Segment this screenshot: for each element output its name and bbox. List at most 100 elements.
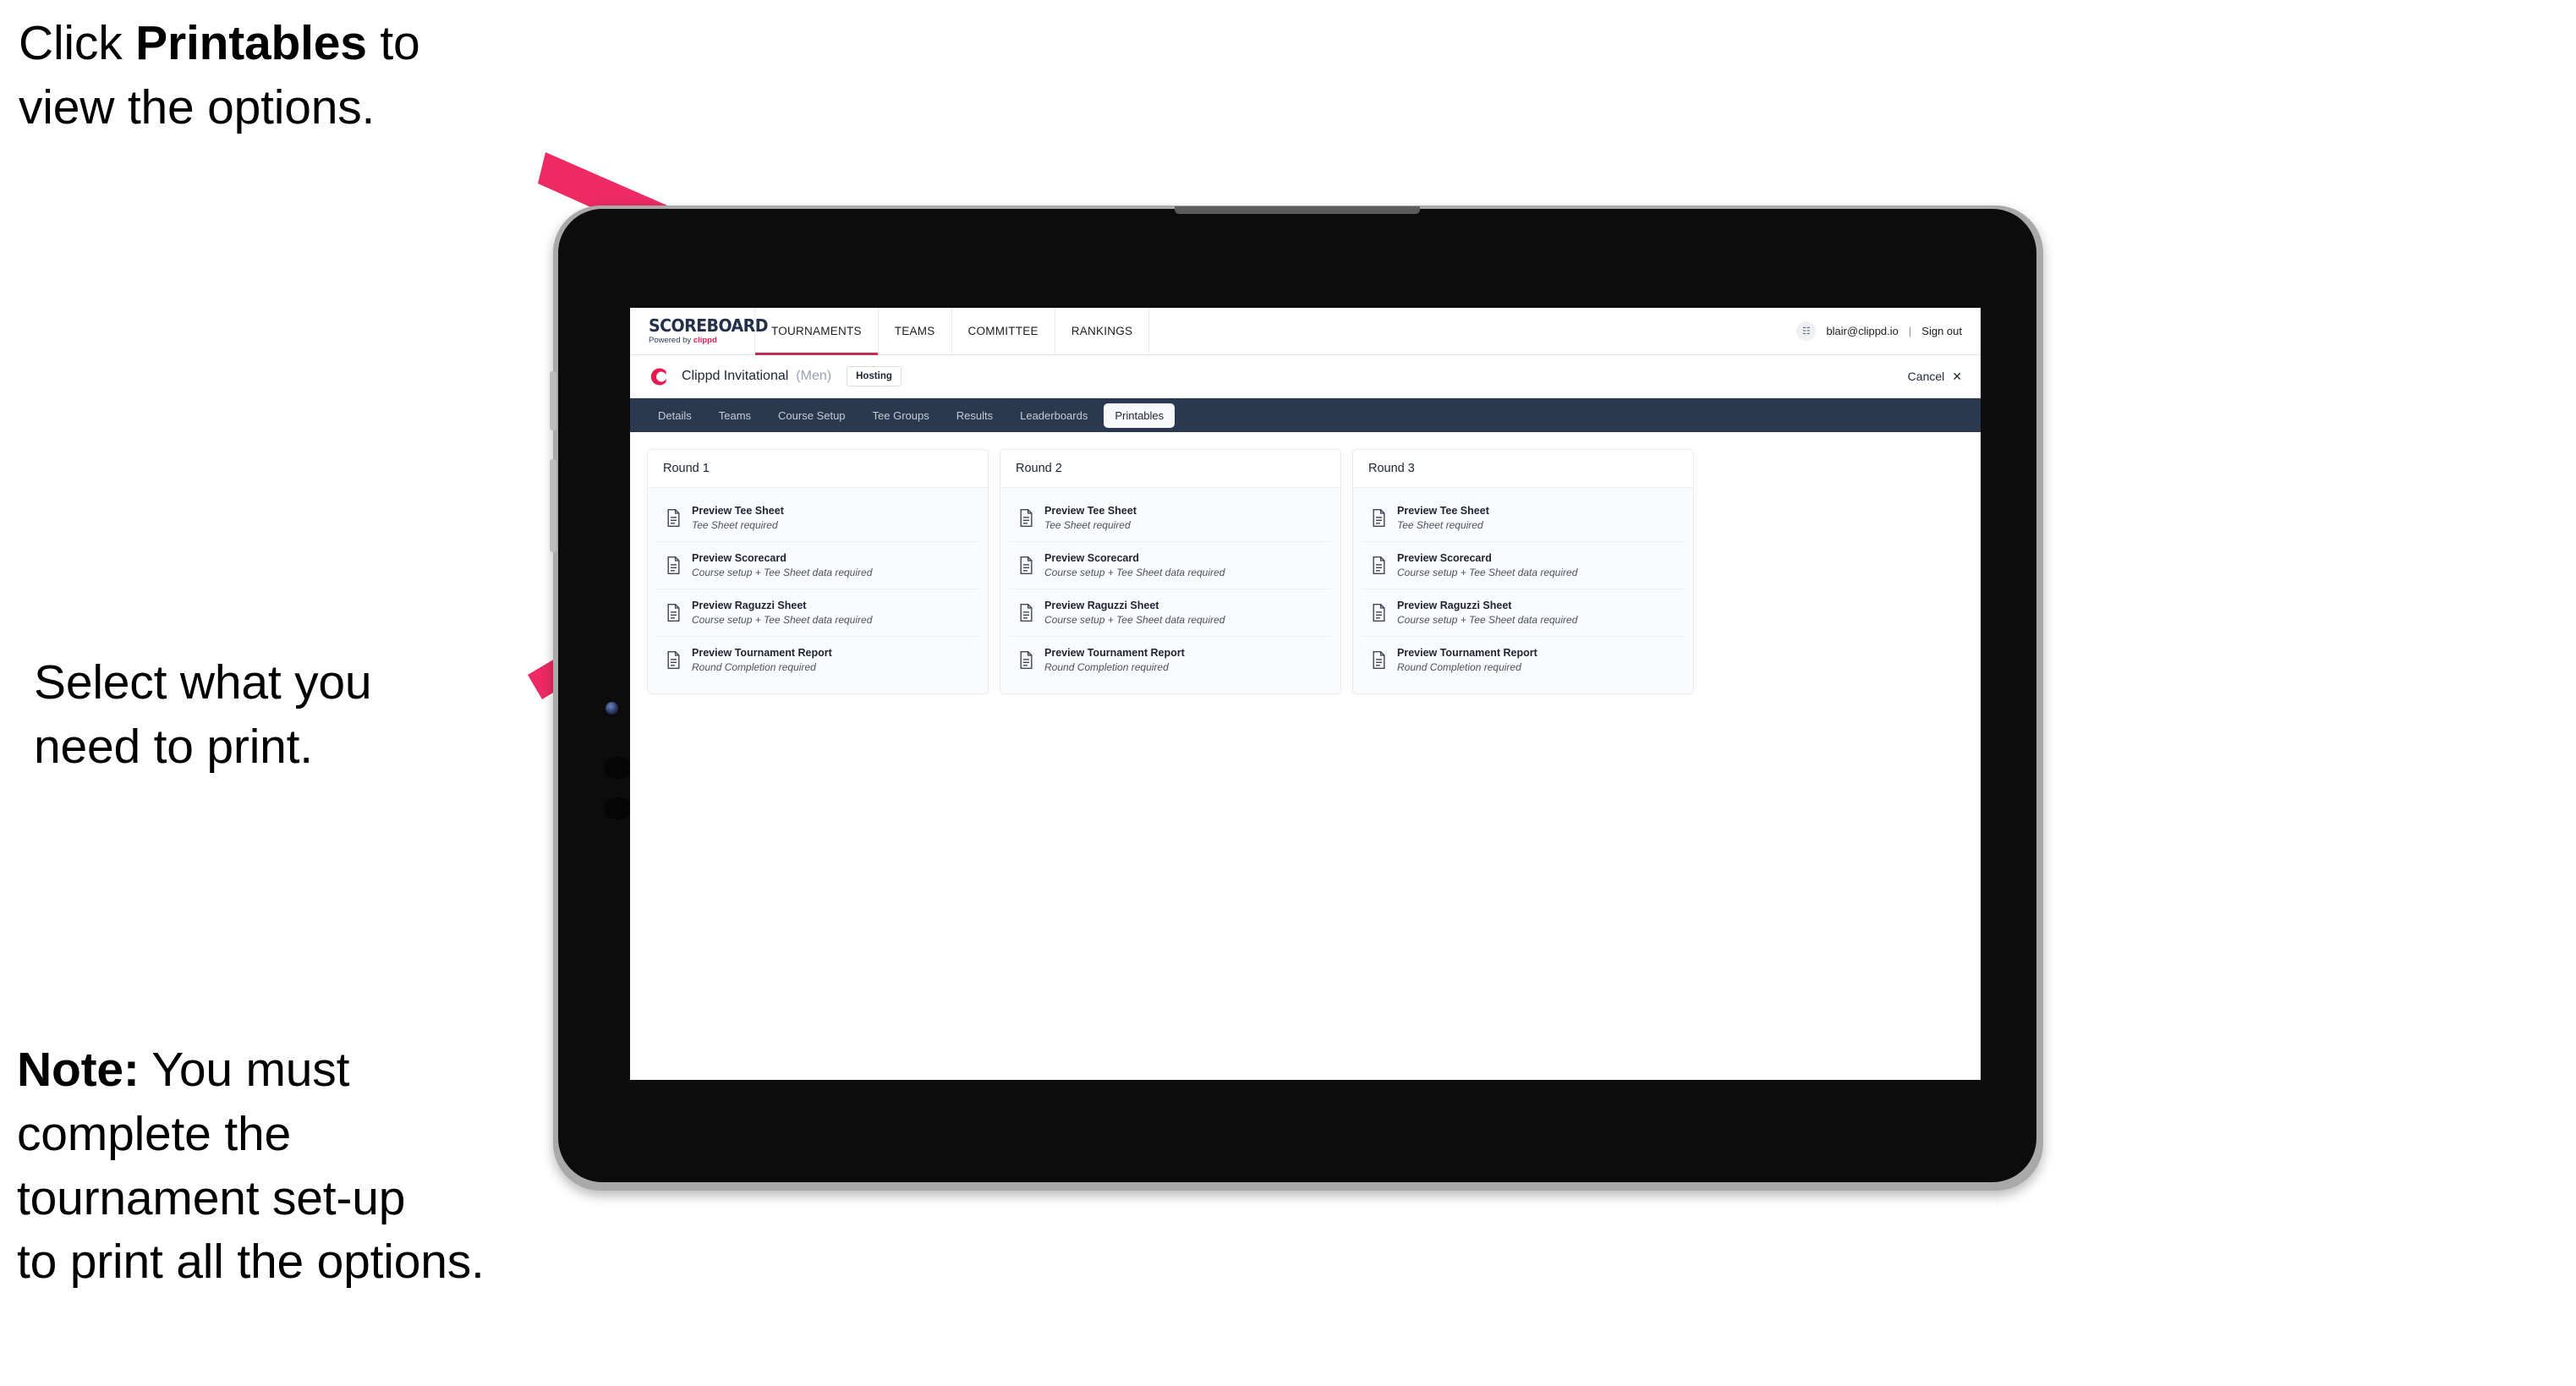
tab-details[interactable]: Details <box>647 403 703 428</box>
list-item[interactable]: Preview Tournament Report Round Completi… <box>1362 637 1685 683</box>
list-item[interactable]: Preview Raguzzi Sheet Course setup + Tee… <box>1009 589 1332 638</box>
list-item-title: Preview Tee Sheet <box>1044 505 1137 517</box>
nav-teams[interactable]: TEAMS <box>879 308 952 354</box>
tablet-speaker-grill <box>1175 206 1420 214</box>
clippd-c-icon <box>650 368 666 385</box>
list-item-subtitle: Course setup + Tee Sheet data required <box>1044 566 1225 578</box>
round-card: Round 2 Preview Tee Sheet Tee Sheet requ… <box>1000 449 1341 695</box>
list-item-subtitle: Round Completion required <box>1397 661 1521 674</box>
document-icon <box>667 604 680 622</box>
tournament-tab-bar: Details Teams Course Setup Tee Groups Re… <box>630 398 1981 432</box>
round-title: Round 3 <box>1353 450 1693 488</box>
document-icon <box>1020 604 1033 622</box>
round-title: Round 2 <box>1000 450 1340 488</box>
document-icon <box>1020 556 1033 575</box>
document-icon <box>1373 651 1385 670</box>
sign-out-link[interactable]: Sign out <box>1921 325 1962 337</box>
tab-leaderboards[interactable]: Leaderboards <box>1009 403 1099 428</box>
list-item[interactable]: Preview Scorecard Course setup + Tee She… <box>1009 542 1332 590</box>
document-icon <box>1373 556 1385 575</box>
round-title: Round 1 <box>648 450 988 488</box>
brand-clippd: clippd <box>693 336 717 346</box>
annotation-step-2: Select what you need to print. <box>34 655 372 774</box>
list-item[interactable]: Preview Scorecard Course setup + Tee She… <box>656 542 979 590</box>
nav-rankings[interactable]: RANKINGS <box>1055 308 1150 354</box>
tablet-volume-up-button[interactable] <box>550 371 556 430</box>
document-icon <box>1020 509 1033 528</box>
scoreboard-logo[interactable]: SCOREBOARD Powered by clippd <box>630 308 768 354</box>
round-items: Preview Tee Sheet Tee Sheet required Pre… <box>648 488 988 694</box>
nav-committee[interactable]: COMMITTEE <box>952 308 1055 354</box>
tablet-sensor-dot-2 <box>604 797 633 819</box>
list-item[interactable]: Preview Scorecard Course setup + Tee She… <box>1362 542 1685 590</box>
list-item[interactable]: Preview Tournament Report Round Completi… <box>1009 637 1332 683</box>
list-item-title: Preview Scorecard <box>1044 552 1139 565</box>
list-item-title: Preview Tee Sheet <box>1397 505 1489 517</box>
document-icon <box>1373 604 1385 622</box>
list-item-subtitle: Tee Sheet required <box>1044 518 1131 531</box>
printables-content: Round 1 Preview Tee Sheet Tee Sheet requ… <box>630 432 1981 695</box>
tab-teams[interactable]: Teams <box>708 403 762 428</box>
document-icon <box>667 651 680 670</box>
list-item-title: Preview Scorecard <box>1397 552 1492 565</box>
top-nav-links: TOURNAMENTS TEAMS COMMITTEE RANKINGS <box>755 308 1150 355</box>
tab-printables[interactable]: Printables <box>1104 403 1176 428</box>
list-item[interactable]: Preview Raguzzi Sheet Course setup + Tee… <box>656 589 979 638</box>
brand-powered-by: Powered by clippd <box>649 337 754 345</box>
tablet-front-camera <box>606 702 618 715</box>
document-icon <box>667 509 680 528</box>
list-item[interactable]: Preview Tournament Report Round Completi… <box>656 637 979 683</box>
nav-separator: | <box>1908 325 1912 337</box>
brand-powered-prefix: Powered by <box>649 336 693 346</box>
list-item-subtitle: Tee Sheet required <box>692 518 778 531</box>
annotation-note-bold: Note: <box>17 1043 140 1097</box>
nav-tournaments[interactable]: TOURNAMENTS <box>755 308 879 355</box>
list-item-title: Preview Raguzzi Sheet <box>692 600 807 612</box>
status-badge-hosting[interactable]: Hosting <box>847 366 902 386</box>
user-email: blair@clippd.io <box>1826 325 1899 337</box>
list-item-subtitle: Tee Sheet required <box>1397 518 1483 531</box>
round-items: Preview Tee Sheet Tee Sheet required Pre… <box>1353 488 1693 694</box>
annotation-step-1-bold: Printables <box>135 16 367 70</box>
list-item-title: Preview Tournament Report <box>692 647 832 660</box>
tab-course-setup[interactable]: Course Setup <box>767 403 857 428</box>
brand-name: SCOREBOARD <box>649 315 768 337</box>
cancel-button[interactable]: Cancel ✕ <box>1908 370 1962 384</box>
tournament-name: Clippd Invitational <box>682 369 789 383</box>
list-item-title: Preview Tournament Report <box>1044 647 1185 660</box>
document-icon <box>1020 651 1033 670</box>
tab-results[interactable]: Results <box>945 403 1004 428</box>
list-item-title: Preview Tee Sheet <box>692 505 784 517</box>
tablet-volume-down-button[interactable] <box>550 459 556 552</box>
list-item-title: Preview Raguzzi Sheet <box>1397 600 1512 612</box>
top-nav-user-area: ☷ blair@clippd.io | Sign out <box>1796 308 1981 354</box>
list-item-subtitle: Course setup + Tee Sheet data required <box>692 614 873 626</box>
list-item-subtitle: Course setup + Tee Sheet data required <box>1397 614 1578 626</box>
global-top-navigation: SCOREBOARD Powered by clippd TOURNAMENTS… <box>630 308 1981 355</box>
tablet-sensor-dot-1 <box>604 757 633 779</box>
document-icon <box>1373 509 1385 528</box>
list-item-subtitle: Round Completion required <box>692 661 816 674</box>
list-item[interactable]: Preview Tee Sheet Tee Sheet required <box>656 495 979 543</box>
list-item-title: Preview Tournament Report <box>1397 647 1537 660</box>
cancel-label: Cancel <box>1907 370 1945 383</box>
document-icon <box>667 556 680 575</box>
list-item-subtitle: Course setup + Tee Sheet data required <box>1044 614 1225 626</box>
list-item[interactable]: Preview Tee Sheet Tee Sheet required <box>1009 495 1332 543</box>
list-item-subtitle: Course setup + Tee Sheet data required <box>692 566 873 578</box>
close-icon: ✕ <box>1952 369 1962 383</box>
round-card: Round 1 Preview Tee Sheet Tee Sheet requ… <box>647 449 989 695</box>
tournament-header: Clippd Invitational (Men) Hosting Cancel… <box>630 355 1981 398</box>
round-card: Round 3 Preview Tee Sheet Tee Sheet requ… <box>1352 449 1694 695</box>
tab-tee-groups[interactable]: Tee Groups <box>862 403 940 428</box>
list-item-subtitle: Course setup + Tee Sheet data required <box>1397 566 1578 578</box>
tablet-device: SCOREBOARD Powered by clippd TOURNAMENTS… <box>550 205 2043 1191</box>
avatar[interactable]: ☷ <box>1796 321 1817 341</box>
round-items: Preview Tee Sheet Tee Sheet required Pre… <box>1000 488 1340 694</box>
list-item[interactable]: Preview Tee Sheet Tee Sheet required <box>1362 495 1685 543</box>
list-item[interactable]: Preview Raguzzi Sheet Course setup + Tee… <box>1362 589 1685 638</box>
tournament-gender: (Men) <box>796 369 832 383</box>
annotation-step-1-pre: Click <box>19 16 136 70</box>
app-screen: SCOREBOARD Powered by clippd TOURNAMENTS… <box>630 308 1981 1080</box>
annotation-step-1: Click Printables to view the options. <box>19 12 577 140</box>
